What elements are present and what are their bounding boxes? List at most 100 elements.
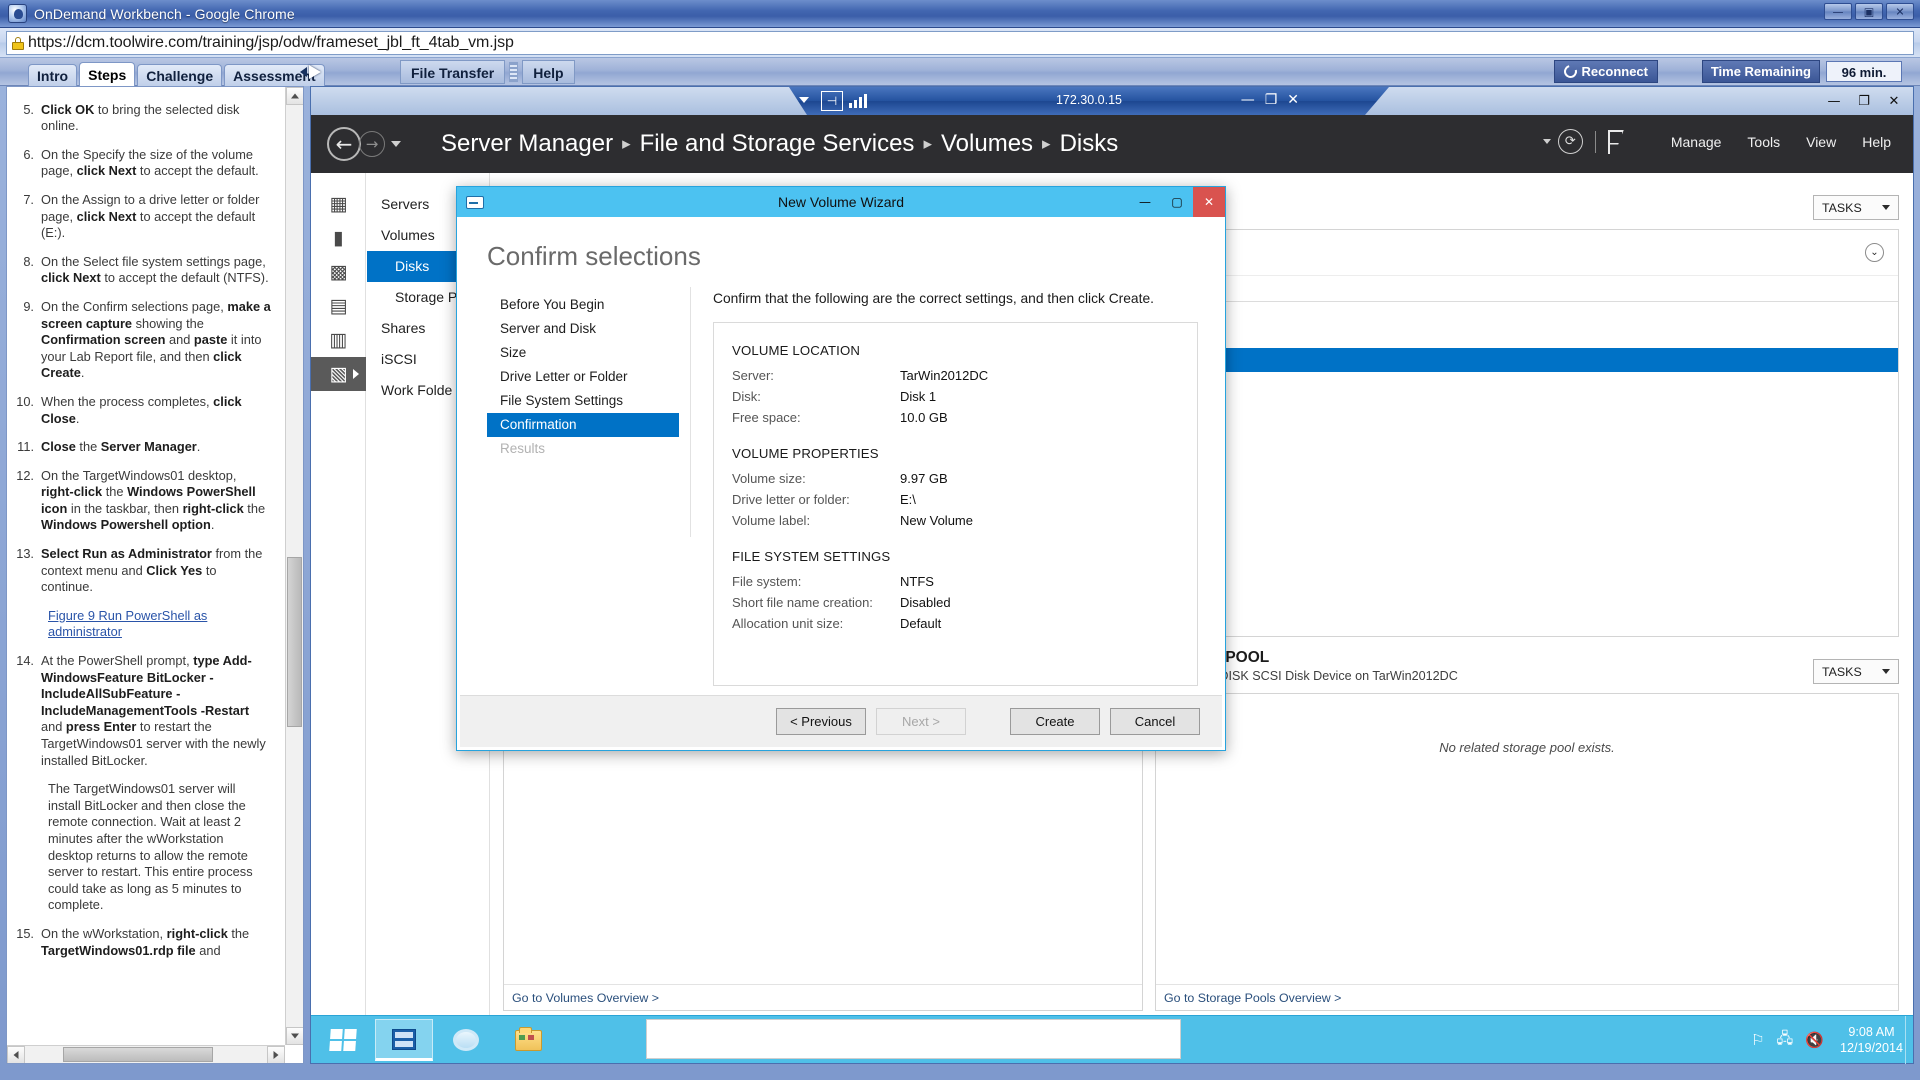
breadcrumb: Server Manager ▸ File and Storage Servic… xyxy=(441,127,1118,161)
step-number: 10. xyxy=(16,393,34,409)
steps-content: the default. 5. Click OK to bring the sel… xyxy=(7,87,285,971)
file-storage-services-icon[interactable]: ▧ xyxy=(311,357,366,391)
scroll-right-arrow-icon[interactable] xyxy=(267,1046,285,1063)
wizard-close-button[interactable]: ✕ xyxy=(1193,187,1225,217)
step-number: 14. xyxy=(16,653,34,669)
wizard-minimize-button[interactable]: — xyxy=(1129,187,1161,217)
notifications-flag-icon[interactable] xyxy=(1607,129,1623,154)
chevron-down-icon[interactable] xyxy=(1542,139,1551,144)
dns-icon[interactable]: ▥ xyxy=(311,323,366,357)
help-button[interactable]: Help xyxy=(522,60,575,84)
section-title-volume-location: VOLUME LOCATION xyxy=(732,343,861,358)
divider xyxy=(1594,130,1596,153)
volume-muted-icon[interactable]: 🔇 xyxy=(1805,1031,1824,1049)
step-item: 11. Close the Server Manager. xyxy=(13,439,271,456)
flag-icon[interactable]: ⚐ xyxy=(1751,1031,1764,1049)
address-bar[interactable]: https://dcm.toolwire.com/training/jsp/od… xyxy=(6,31,1914,55)
wizard-step-server-and-disk[interactable]: Server and Disk xyxy=(487,317,679,341)
row-value: Default xyxy=(900,616,942,631)
sm-minimize-button[interactable]: — xyxy=(1819,89,1849,113)
minimize-icon: — xyxy=(1832,5,1844,18)
disks-tasks-button[interactable]: TASKS xyxy=(1813,195,1899,220)
server-manager-header: ← → Server Manager ▸ File and Storage Se… xyxy=(311,115,1913,173)
breadcrumb-volumes[interactable]: Volumes xyxy=(941,130,1033,158)
step-number: 15. xyxy=(16,925,34,941)
taskbar-item-file-explorer[interactable] xyxy=(499,1019,557,1061)
browser-close-button[interactable]: ✕ xyxy=(1886,3,1914,20)
scroll-down-arrow-icon[interactable] xyxy=(286,1027,303,1045)
steps-vertical-scrollbar[interactable] xyxy=(285,87,303,1045)
sm-restore-button[interactable]: ❐ xyxy=(1849,89,1879,113)
taskbar-item-internet-explorer[interactable] xyxy=(437,1019,495,1061)
refresh-icon[interactable]: ⟳ xyxy=(1557,129,1583,154)
tab-steps[interactable]: Steps xyxy=(79,62,136,86)
rdp-minimize-button[interactable]: — xyxy=(1241,92,1255,108)
rdp-restore-button[interactable]: ❐ xyxy=(1265,92,1278,108)
network-icon[interactable]: 🖧 xyxy=(1777,1028,1794,1053)
ad-ds-icon[interactable]: ▤ xyxy=(311,289,366,323)
sm-close-button[interactable]: ✕ xyxy=(1879,89,1909,113)
steps-horizontal-scrollbar[interactable] xyxy=(7,1045,285,1063)
tab-challenge[interactable]: Challenge xyxy=(137,64,223,86)
create-button[interactable]: Create xyxy=(1010,708,1100,735)
step-number: 5. xyxy=(23,101,34,117)
breadcrumb-disks[interactable]: Disks xyxy=(1060,130,1119,158)
scroll-up-arrow-icon[interactable] xyxy=(286,87,303,105)
start-button[interactable] xyxy=(311,1016,375,1064)
step-number: 12. xyxy=(16,467,34,483)
step-text: Click OK to bring the selected disk onli… xyxy=(41,101,240,134)
chevron-down-icon[interactable]: ⌄ xyxy=(1865,243,1884,262)
file-transfer-button[interactable]: File Transfer xyxy=(400,60,506,84)
row-value: NTFS xyxy=(900,574,934,589)
chevron-down-icon[interactable] xyxy=(391,141,401,147)
step-item: 6. On the Specify the size of the volume … xyxy=(13,147,271,180)
storage-pool-empty-message: No related storage pool exists. xyxy=(1439,740,1615,755)
previous-button[interactable]: < Previous xyxy=(776,708,866,735)
rdp-connection-bar: ⊣ 172.30.0.15 — ❐ ✕ xyxy=(789,87,1389,115)
wizard-maximize-button[interactable]: ▢ xyxy=(1161,187,1193,217)
browser-window-title: OnDemand Workbench - Google Chrome xyxy=(34,6,295,22)
horizontal-scroll-thumb[interactable] xyxy=(63,1047,213,1062)
taskbar-item-server-manager[interactable] xyxy=(375,1019,433,1061)
maximize-icon: ▣ xyxy=(1863,5,1875,18)
menu-manage[interactable]: Manage xyxy=(1671,134,1722,150)
back-button[interactable]: ← xyxy=(327,127,361,161)
local-server-icon[interactable]: ▮ xyxy=(311,221,366,255)
menu-tools[interactable]: Tools xyxy=(1747,134,1780,150)
server-manager-window-controls: — ❐ ✕ xyxy=(1819,89,1909,113)
step-text: On the Assign to a drive letter or folde… xyxy=(41,191,260,241)
reconnect-button[interactable]: Reconnect xyxy=(1553,60,1658,83)
wizard-step-confirmation[interactable]: Confirmation xyxy=(487,413,679,437)
storage-pool-tasks-button[interactable]: TASKS xyxy=(1813,659,1899,684)
go-to-volumes-overview-link[interactable]: Go to Volumes Overview > xyxy=(504,984,1142,1010)
all-servers-icon[interactable]: ▩ xyxy=(311,255,366,289)
wizard-step-size[interactable]: Size xyxy=(487,341,679,365)
go-to-storage-pools-overview-link[interactable]: Go to Storage Pools Overview > xyxy=(1156,984,1898,1010)
scroll-left-arrow-icon[interactable] xyxy=(7,1046,25,1063)
summary-row: Short file name creation: Disabled xyxy=(732,592,1197,613)
steps-partial-top-line: the default. xyxy=(48,87,271,90)
audio-play-control[interactable] xyxy=(300,62,328,81)
steps-list-last: 15. On the wWorkstation, right-click the … xyxy=(13,926,271,959)
show-desktop-button[interactable] xyxy=(1905,1016,1913,1064)
breadcrumb-file-and-storage-services[interactable]: File and Storage Services xyxy=(640,130,915,158)
figure-link[interactable]: Figure 9 Run PowerShell as administrator xyxy=(48,608,271,641)
taskbar-clock[interactable]: 9:08 AM 12/19/2014 xyxy=(1840,1024,1903,1056)
menu-help[interactable]: Help xyxy=(1862,134,1891,150)
breadcrumb-server-manager[interactable]: Server Manager xyxy=(441,130,613,158)
forward-button[interactable]: → xyxy=(359,131,385,157)
browser-minimize-button[interactable]: — xyxy=(1824,3,1852,20)
wizard-step-drive-letter-or-folder[interactable]: Drive Letter or Folder xyxy=(487,365,679,389)
wizard-step-before-you-begin[interactable]: Before You Begin xyxy=(487,293,679,317)
cancel-button[interactable]: Cancel xyxy=(1110,708,1200,735)
wizard-step-file-system-settings[interactable]: File System Settings xyxy=(487,389,679,413)
step-number: 9. xyxy=(23,298,34,314)
rdp-close-button[interactable]: ✕ xyxy=(1287,92,1299,108)
wizard-step-list: Before You Begin Server and Disk Size Dr… xyxy=(487,293,679,461)
vertical-scroll-thumb[interactable] xyxy=(287,557,302,727)
browser-maximize-button[interactable]: ▣ xyxy=(1855,3,1883,20)
dashboard-icon[interactable]: ▦ xyxy=(311,187,366,221)
menu-view[interactable]: View xyxy=(1806,134,1836,150)
tab-intro[interactable]: Intro xyxy=(28,64,78,86)
row-value: TarWin2012DC xyxy=(900,368,989,383)
